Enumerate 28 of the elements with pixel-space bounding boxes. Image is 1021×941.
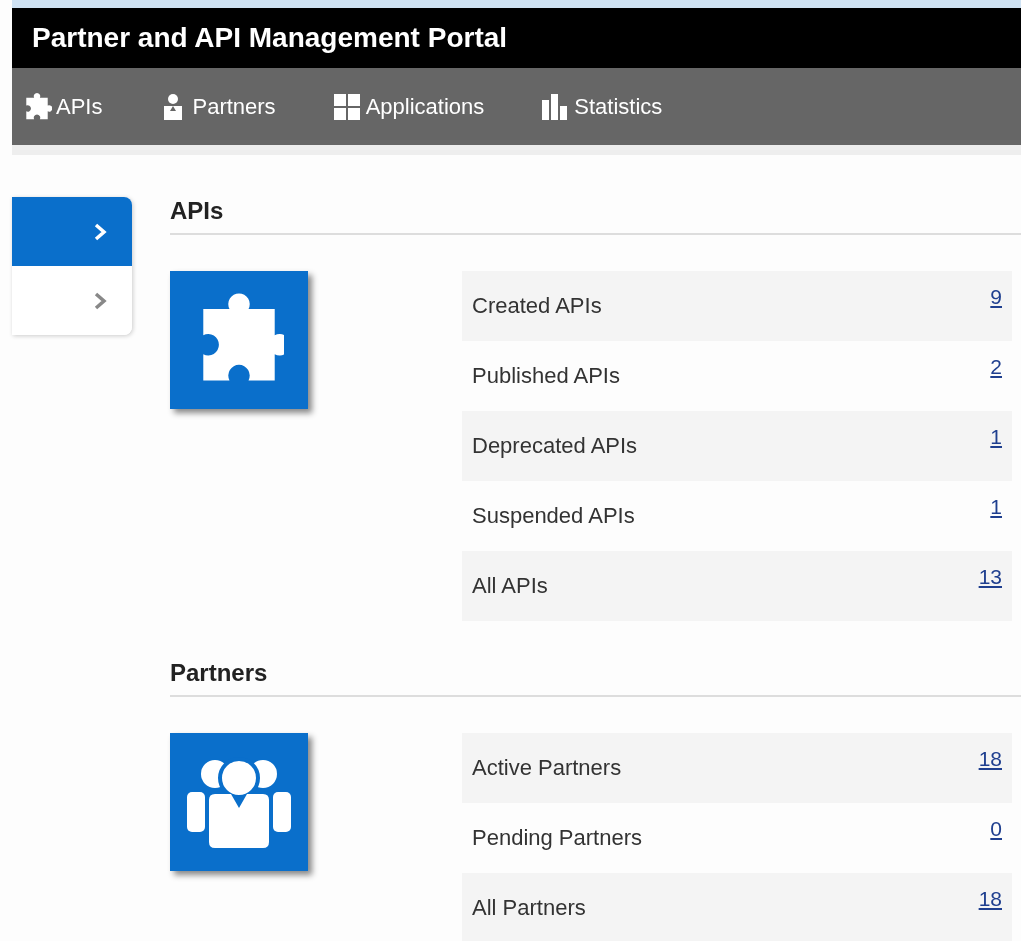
stat-label: Pending Partners (472, 825, 642, 851)
chevron-icon (92, 222, 108, 241)
count-link[interactable]: 0 (990, 817, 1002, 841)
portal-title: Partner and API Management Portal (12, 8, 1021, 68)
nav-item[interactable]: Partners (158, 91, 276, 122)
count-link[interactable]: 9 (990, 285, 1002, 309)
nav-item[interactable]: Statistics (540, 91, 663, 122)
nav-item[interactable]: APIs (22, 91, 103, 122)
stat-label: Deprecated APIs (472, 433, 638, 459)
nav-item[interactable]: Applications (331, 91, 485, 122)
section-heading: APIs (170, 197, 1021, 235)
section-heading: Partners (170, 659, 1021, 697)
stat-label: Active Partners (472, 755, 622, 781)
grid-icon (331, 91, 362, 122)
stat-label: Published APIs (472, 363, 620, 389)
sidebar-item[interactable] (12, 197, 132, 266)
count-link[interactable]: 1 (990, 495, 1002, 519)
stat-label: Created APIs (472, 293, 602, 319)
chevron-icon (92, 291, 108, 310)
count-link[interactable]: 18 (978, 747, 1002, 771)
count-link[interactable]: 2 (990, 355, 1002, 379)
stat-label: All Partners (472, 895, 586, 921)
count-link[interactable]: 1 (990, 425, 1002, 449)
stat-label: Suspended APIs (472, 503, 635, 529)
count-link[interactable]: 18 (978, 887, 1002, 911)
sidebar-item[interactable] (12, 266, 132, 335)
count-link[interactable]: 13 (978, 565, 1002, 589)
stat-label: All APIs (472, 573, 548, 599)
